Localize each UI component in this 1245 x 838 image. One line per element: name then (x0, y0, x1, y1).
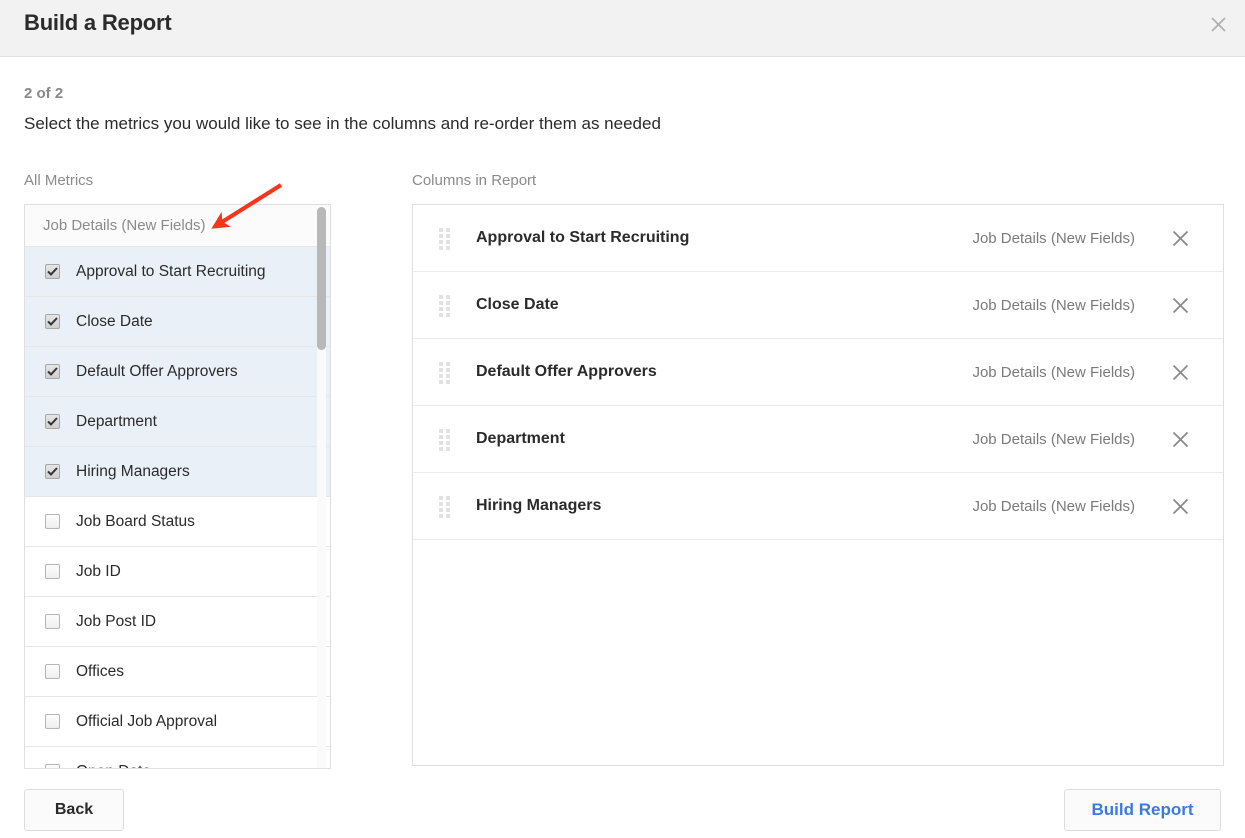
remove-column-icon[interactable] (1169, 495, 1191, 517)
column-name: Close Date (476, 296, 559, 313)
remove-column-icon[interactable] (1169, 227, 1191, 249)
metric-row[interactable]: Job ID (25, 547, 330, 597)
columns-in-report-panel: Approval to Start Recruiting Job Details … (412, 204, 1224, 766)
metrics-scroll-area: Job Details (New Fields) Approval to Sta… (25, 205, 330, 769)
column-group-label: Job Details (New Fields) (972, 229, 1135, 247)
page-title: Build a Report (24, 10, 172, 35)
instructions-text: Select the metrics you would like to see… (24, 114, 661, 133)
metric-row[interactable]: Offices (25, 647, 330, 697)
column-name: Hiring Managers (476, 497, 602, 514)
all-metrics-panel: Job Details (New Fields) Approval to Sta… (24, 204, 331, 769)
metrics-scrollbar-thumb[interactable] (317, 207, 326, 350)
metric-label: Hiring Managers (76, 462, 190, 480)
metric-label: Official Job Approval (76, 712, 218, 730)
drag-handle-icon[interactable] (439, 228, 450, 250)
column-name: Approval to Start Recruiting (476, 229, 690, 246)
metric-row[interactable]: Open Date (25, 747, 330, 769)
metric-row[interactable]: Hiring Managers (25, 447, 330, 497)
metrics-group-header: Job Details (New Fields) (25, 205, 330, 247)
remove-column-icon[interactable] (1169, 294, 1191, 316)
columns-in-report-caption: Columns in Report (412, 172, 537, 189)
remove-column-icon[interactable] (1169, 428, 1191, 450)
column-group-label: Job Details (New Fields) (972, 430, 1135, 448)
metric-label: Job ID (76, 562, 121, 580)
columns-rows-container: Approval to Start Recruiting Job Details … (413, 205, 1223, 540)
metric-label: Job Post ID (76, 612, 157, 630)
checkbox-unchecked-icon[interactable] (45, 764, 60, 768)
drag-handle-icon[interactable] (439, 362, 450, 384)
column-row[interactable]: Hiring Managers Job Details (New Fields) (413, 473, 1223, 540)
checkbox-checked-icon[interactable] (45, 364, 60, 379)
column-row[interactable]: Default Offer Approvers Job Details (New … (413, 339, 1223, 406)
step-counter: 2 of 2 (24, 85, 64, 102)
checkbox-checked-icon[interactable] (45, 314, 60, 329)
column-row[interactable]: Department Job Details (New Fields) (413, 406, 1223, 473)
metric-row[interactable]: Approval to Start Recruiting (25, 247, 330, 297)
all-metrics-caption: All Metrics (24, 172, 94, 189)
checkbox-unchecked-icon[interactable] (45, 514, 60, 529)
build-report-button[interactable]: Build Report (1064, 789, 1221, 831)
metric-row[interactable]: Job Board Status (25, 497, 330, 547)
column-row[interactable]: Close Date Job Details (New Fields) (413, 272, 1223, 339)
metric-label: Open Date (76, 763, 151, 769)
drag-handle-icon[interactable] (439, 429, 450, 451)
checkbox-checked-icon[interactable] (45, 264, 60, 279)
checkbox-checked-icon[interactable] (45, 414, 60, 429)
metric-label: Close Date (76, 312, 153, 330)
back-button[interactable]: Back (24, 789, 124, 831)
checkbox-checked-icon[interactable] (45, 464, 60, 479)
drag-handle-icon[interactable] (439, 295, 450, 317)
metric-row[interactable]: Close Date (25, 297, 330, 347)
metric-label: Department (76, 412, 157, 430)
metric-row[interactable]: Job Post ID (25, 597, 330, 647)
column-group-label: Job Details (New Fields) (972, 296, 1135, 314)
modal-header: Build a Report (0, 0, 1245, 57)
metric-label: Offices (76, 662, 124, 680)
column-name: Default Offer Approvers (476, 363, 657, 380)
checkbox-unchecked-icon[interactable] (45, 564, 60, 579)
column-name: Department (476, 430, 565, 447)
column-group-label: Job Details (New Fields) (972, 497, 1135, 515)
checkbox-unchecked-icon[interactable] (45, 664, 60, 679)
column-group-label: Job Details (New Fields) (972, 363, 1135, 381)
checkbox-unchecked-icon[interactable] (45, 714, 60, 729)
drag-handle-icon[interactable] (439, 496, 450, 518)
checkbox-unchecked-icon[interactable] (45, 614, 60, 629)
column-row[interactable]: Approval to Start Recruiting Job Details … (413, 205, 1223, 272)
metric-label: Approval to Start Recruiting (76, 262, 266, 280)
metrics-group-label: Job Details (New Fields) (43, 217, 206, 234)
close-icon[interactable] (1204, 10, 1232, 38)
metrics-rows-container: Approval to Start Recruiting Close Date De… (25, 247, 330, 769)
metric-row[interactable]: Department (25, 397, 330, 447)
metric-label: Default Offer Approvers (76, 362, 238, 380)
remove-column-icon[interactable] (1169, 361, 1191, 383)
metric-row[interactable]: Official Job Approval (25, 697, 330, 747)
metric-label: Job Board Status (76, 512, 195, 530)
metric-row[interactable]: Default Offer Approvers (25, 347, 330, 397)
